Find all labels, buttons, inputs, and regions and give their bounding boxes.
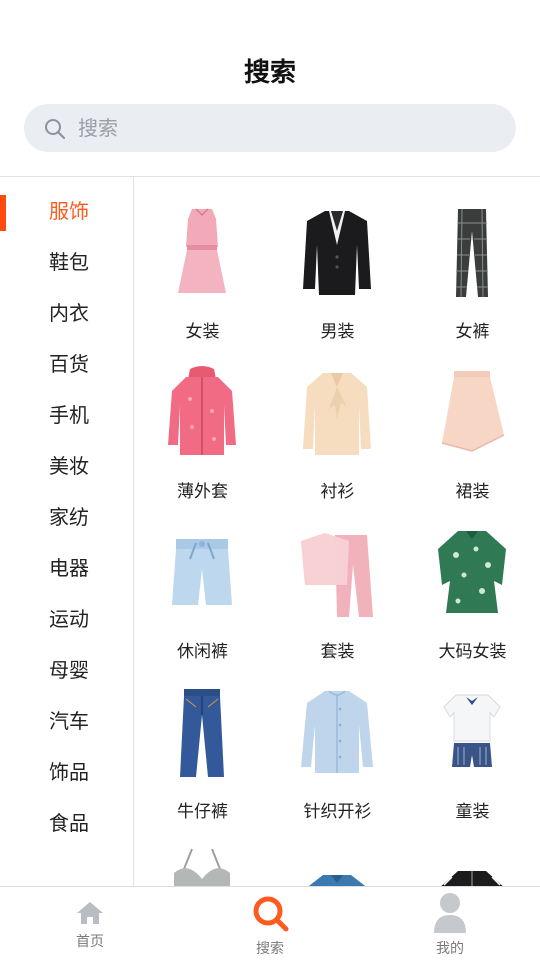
grid-item-partial-2[interactable] — [270, 821, 405, 886]
sidebar-item-label: 电器 — [49, 556, 89, 580]
grid-item-knit-cardigan[interactable]: 针织开衫 — [270, 661, 405, 822]
sidebar-item-food[interactable]: 食品 — [0, 793, 134, 844]
grid-item-label: 薄外套 — [177, 482, 228, 502]
grid-item-label: 男装 — [320, 322, 355, 342]
grid-item-mens-clothing[interactable]: 男装 — [270, 181, 405, 342]
skirt-icon — [441, 371, 505, 452]
grid-item-shirts[interactable]: 衬衫 — [270, 341, 405, 502]
grid-item-kids-clothing[interactable]: 童装 — [405, 661, 540, 822]
category-sidebar: 服饰 鞋包 内衣 百货 手机 美妆 家纺 电器 运动 母婴 汽车 饰品 食品 — [0, 177, 134, 886]
grid-item-label: 套装 — [320, 642, 355, 662]
search-icon — [253, 896, 289, 932]
tab-label: 首页 — [76, 934, 104, 950]
grid-item-plus-size[interactable]: 大码女装 — [405, 501, 540, 662]
sidebar-item-label: 汽车 — [49, 709, 89, 733]
grid-item-skirts[interactable]: 裙装 — [405, 341, 540, 502]
bottom-tab-bar: 首页 搜索 我的 — [0, 886, 540, 960]
grid-item-womens-clothing[interactable]: 女装 — [135, 181, 270, 342]
sidebar-item-label: 饰品 — [49, 760, 89, 784]
floral-top-icon — [438, 531, 506, 613]
cardigan-icon — [301, 690, 373, 773]
sidebar-item-label: 百货 — [49, 352, 89, 376]
sidebar-item-auto[interactable]: 汽车 — [0, 691, 134, 742]
blouse-icon — [303, 373, 371, 455]
dress-icon — [178, 208, 226, 293]
sidebar-item-sports[interactable]: 运动 — [0, 589, 134, 640]
sidebar-item-appliances[interactable]: 电器 — [0, 538, 134, 589]
page-title: 搜索 — [243, 58, 296, 88]
grid-item-casual-pants[interactable]: 休闲裤 — [135, 501, 270, 662]
sidebar-item-general-merchandise[interactable]: 百货 — [0, 334, 134, 385]
sidebar-item-label: 食品 — [49, 811, 89, 835]
sidebar-item-label: 母婴 — [49, 658, 89, 682]
header: 搜索 — [0, 0, 540, 176]
grid-item-label: 大码女装 — [438, 642, 507, 662]
tab-home[interactable]: 首页 — [0, 887, 180, 960]
subcategory-grid: 女装 男装 女裤 薄外套 衬衫 裙装 休闲裤 套装 大码女装 牛仔裤 针织开衫 … — [135, 177, 540, 886]
sidebar-item-label: 家纺 — [49, 505, 89, 529]
tab-search[interactable]: 搜索 — [180, 887, 360, 960]
grid-item-label: 裙装 — [455, 482, 490, 502]
sidebar-item-beauty[interactable]: 美妆 — [0, 436, 134, 487]
tab-label: 搜索 — [256, 941, 284, 957]
kids-outfit-icon — [443, 694, 501, 767]
plaid-pants-icon — [456, 208, 488, 298]
sidebar-item-label: 服饰 — [49, 199, 89, 223]
bra-icon — [174, 848, 230, 886]
sidebar-item-mother-baby[interactable]: 母婴 — [0, 640, 134, 691]
sidebar-item-label: 美妆 — [49, 454, 89, 478]
grid-item-label: 衬衫 — [320, 482, 355, 502]
grid-item-label: 休闲裤 — [177, 642, 228, 662]
blazer-icon — [303, 211, 371, 295]
grid-item-label: 牛仔裤 — [177, 802, 228, 822]
grid-item-label: 女裤 — [455, 322, 490, 342]
jacket-icon — [168, 366, 236, 455]
grid-item-outfit-sets[interactable]: 套装 — [270, 501, 405, 662]
grid-item-label: 女装 — [185, 322, 220, 342]
grid-item-label: 针织开衫 — [303, 802, 372, 822]
search-input[interactable] — [78, 104, 498, 152]
polo-shirt-icon — [308, 875, 366, 886]
grid-item-label: 童装 — [455, 802, 490, 822]
sidebar-item-accessories[interactable]: 饰品 — [0, 742, 134, 793]
grid-item-womens-pants[interactable]: 女裤 — [405, 181, 540, 342]
sidebar-item-label: 运动 — [49, 607, 89, 631]
sidebar-item-phones[interactable]: 手机 — [0, 385, 134, 436]
track-jacket-icon — [441, 871, 503, 886]
search-bar[interactable] — [24, 104, 516, 152]
grid-item-jeans[interactable]: 牛仔裤 — [135, 661, 270, 822]
grid-item-light-jacket[interactable]: 薄外套 — [135, 341, 270, 502]
sidebar-item-home-textiles[interactable]: 家纺 — [0, 487, 134, 538]
sidebar-item-underwear[interactable]: 内衣 — [0, 283, 134, 334]
sidebar-item-label: 内衣 — [49, 301, 89, 325]
profile-icon — [434, 893, 466, 933]
tab-label: 我的 — [436, 941, 464, 957]
sidebar-item-label: 手机 — [49, 403, 89, 427]
grid-item-partial-3[interactable] — [405, 821, 540, 886]
home-icon — [77, 902, 103, 924]
outfit-set-icon — [301, 533, 373, 617]
grid-item-partial-1[interactable] — [135, 821, 270, 886]
search-icon — [45, 119, 66, 140]
tab-profile[interactable]: 我的 — [360, 887, 540, 960]
jeans-icon — [180, 689, 224, 777]
sidebar-item-clothing[interactable]: 服饰 — [0, 181, 134, 232]
sidebar-item-shoes-bags[interactable]: 鞋包 — [0, 232, 134, 283]
shorts-icon — [172, 539, 232, 605]
sidebar-item-label: 鞋包 — [49, 250, 89, 274]
